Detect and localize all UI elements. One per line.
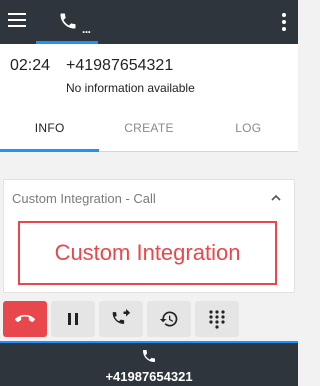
call-tab-dots: ... bbox=[82, 22, 91, 36]
dialpad-button[interactable] bbox=[195, 301, 239, 337]
top-bar: ... bbox=[0, 0, 298, 44]
custom-integration-label: Custom Integration bbox=[54, 240, 241, 265]
caller-info: No information available bbox=[66, 81, 195, 95]
custom-integration-frame: Custom Integration bbox=[18, 221, 277, 285]
more-options-icon[interactable] bbox=[282, 13, 286, 31]
caller-number: +41987654321 bbox=[66, 57, 174, 74]
hangup-button[interactable] bbox=[3, 301, 47, 337]
history-button[interactable] bbox=[147, 301, 191, 337]
chevron-up-icon[interactable] bbox=[270, 192, 282, 204]
phone-icon bbox=[60, 13, 76, 29]
bottom-call-bar[interactable]: +41987654321 bbox=[0, 341, 298, 386]
integration-panel: Custom Integration - Call Custom Integra… bbox=[3, 179, 295, 293]
history-icon bbox=[159, 311, 178, 327]
tab-bar: INFO CREATE LOG bbox=[0, 108, 298, 152]
phone-icon bbox=[143, 350, 155, 362]
pause-icon bbox=[68, 313, 78, 325]
bottom-caller-number: +41987654321 bbox=[105, 369, 193, 384]
integration-panel-title: Custom Integration - Call bbox=[12, 191, 156, 206]
dialpad-icon bbox=[209, 310, 225, 329]
call-timer: 02:24 bbox=[10, 57, 51, 74]
tab-log[interactable]: LOG bbox=[199, 108, 298, 152]
tab-info[interactable]: INFO bbox=[0, 108, 100, 152]
call-info-card: 02:24 +41987654321 No information availa… bbox=[0, 44, 298, 152]
hold-button[interactable] bbox=[51, 301, 95, 337]
call-actions bbox=[3, 301, 295, 337]
transfer-button[interactable] bbox=[99, 301, 143, 337]
tab-create[interactable]: CREATE bbox=[99, 108, 198, 152]
menu-icon[interactable] bbox=[8, 13, 26, 29]
hangup-icon bbox=[15, 314, 35, 323]
transfer-icon bbox=[112, 309, 131, 324]
active-call-tab[interactable]: ... bbox=[36, 0, 98, 44]
